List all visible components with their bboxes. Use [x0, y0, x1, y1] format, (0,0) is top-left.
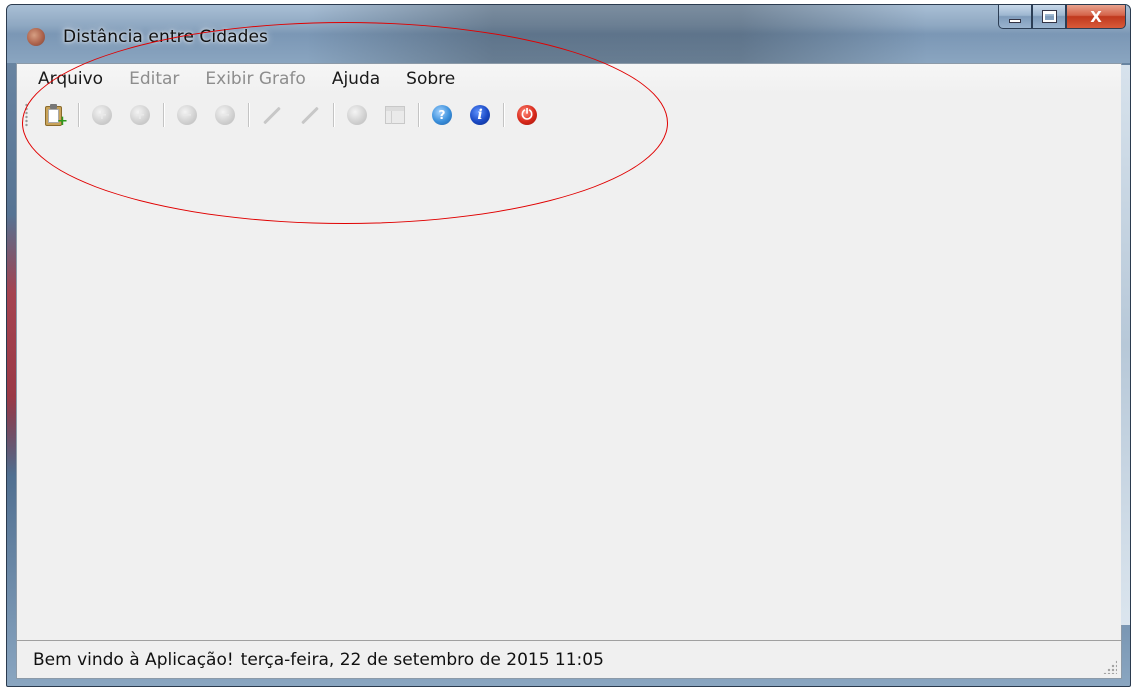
title-bar[interactable]: Distância entre Cidades X — [7, 5, 1130, 63]
menu-editar[interactable]: Editar — [116, 64, 192, 94]
toolbar-separator — [333, 103, 334, 127]
menu-sobre[interactable]: Sobre — [393, 64, 468, 94]
info-button[interactable]: i — [464, 99, 496, 131]
menu-editar-label: Editar — [129, 69, 180, 89]
menu-ajuda[interactable]: Ajuda — [319, 64, 393, 94]
status-bar: Bem vindo à Aplicação! terça-feira, 22 d… — [17, 640, 1121, 678]
toolbar-grip[interactable] — [25, 103, 28, 127]
edit-route-icon — [301, 106, 319, 124]
app-window: Distância entre Cidades X Arquivo Editar… — [6, 4, 1131, 687]
toolbar-separator — [418, 103, 419, 127]
menu-arquivo[interactable]: Arquivo — [25, 64, 116, 94]
title-bar-glass — [307, 5, 927, 63]
add-city-button[interactable]: + — [86, 99, 118, 131]
toolbar-separator — [78, 103, 79, 127]
add-route-icon: + — [130, 105, 150, 125]
maximize-icon — [1041, 10, 1057, 23]
menu-arquivo-label: Arquivo — [38, 69, 104, 89]
edit-route-button[interactable] — [294, 99, 326, 131]
maximize-button[interactable] — [1032, 5, 1066, 29]
close-button[interactable]: X — [1066, 5, 1126, 29]
toolbar: + + + − − ? i ⏻ — [17, 94, 1121, 136]
help-button[interactable]: ? — [426, 99, 458, 131]
remove-city-button[interactable]: − — [171, 99, 203, 131]
help-icon: ? — [432, 105, 452, 125]
info-icon: i — [470, 105, 490, 125]
remove-route-button[interactable]: − — [209, 99, 241, 131]
new-button[interactable]: + — [39, 99, 71, 131]
resize-grip[interactable] — [1103, 660, 1117, 674]
edit-city-icon — [263, 106, 281, 124]
client-area: Arquivo Editar Exibir Grafo Ajuda Sobre … — [16, 63, 1122, 679]
minimize-icon — [1009, 18, 1021, 23]
app-icon[interactable] — [27, 28, 45, 46]
menu-sobre-label: Sobre — [406, 69, 456, 89]
menu-exibir-grafo-label: Exibir Grafo — [205, 69, 306, 89]
calculate-button[interactable] — [341, 99, 373, 131]
close-icon: X — [1090, 7, 1102, 26]
table-button[interactable] — [379, 99, 411, 131]
status-datetime: terça-feira, 22 de setembro de 2015 11:0… — [240, 649, 604, 670]
new-clipboard-icon: + — [45, 104, 68, 128]
menu-ajuda-label: Ajuda — [331, 69, 381, 89]
menu-exibir-grafo[interactable]: Exibir Grafo — [192, 64, 318, 94]
add-city-icon: + — [92, 105, 112, 125]
toolbar-separator — [163, 103, 164, 127]
exit-button[interactable]: ⏻ — [511, 99, 543, 131]
minimize-button[interactable] — [998, 5, 1032, 29]
edit-city-button[interactable] — [256, 99, 288, 131]
power-icon: ⏻ — [517, 105, 537, 125]
window-title: Distância entre Cidades — [63, 27, 269, 47]
toolbar-separator — [503, 103, 504, 127]
table-icon — [385, 106, 405, 124]
add-route-button[interactable]: + — [124, 99, 156, 131]
calculate-icon — [347, 105, 367, 125]
menu-bar: Arquivo Editar Exibir Grafo Ajuda Sobre — [17, 64, 1121, 94]
caption-buttons: X — [998, 5, 1130, 35]
toolbar-separator — [248, 103, 249, 127]
status-message: Bem vindo à Aplicação! — [33, 649, 234, 670]
remove-route-icon: − — [215, 105, 235, 125]
remove-city-icon: − — [177, 105, 197, 125]
